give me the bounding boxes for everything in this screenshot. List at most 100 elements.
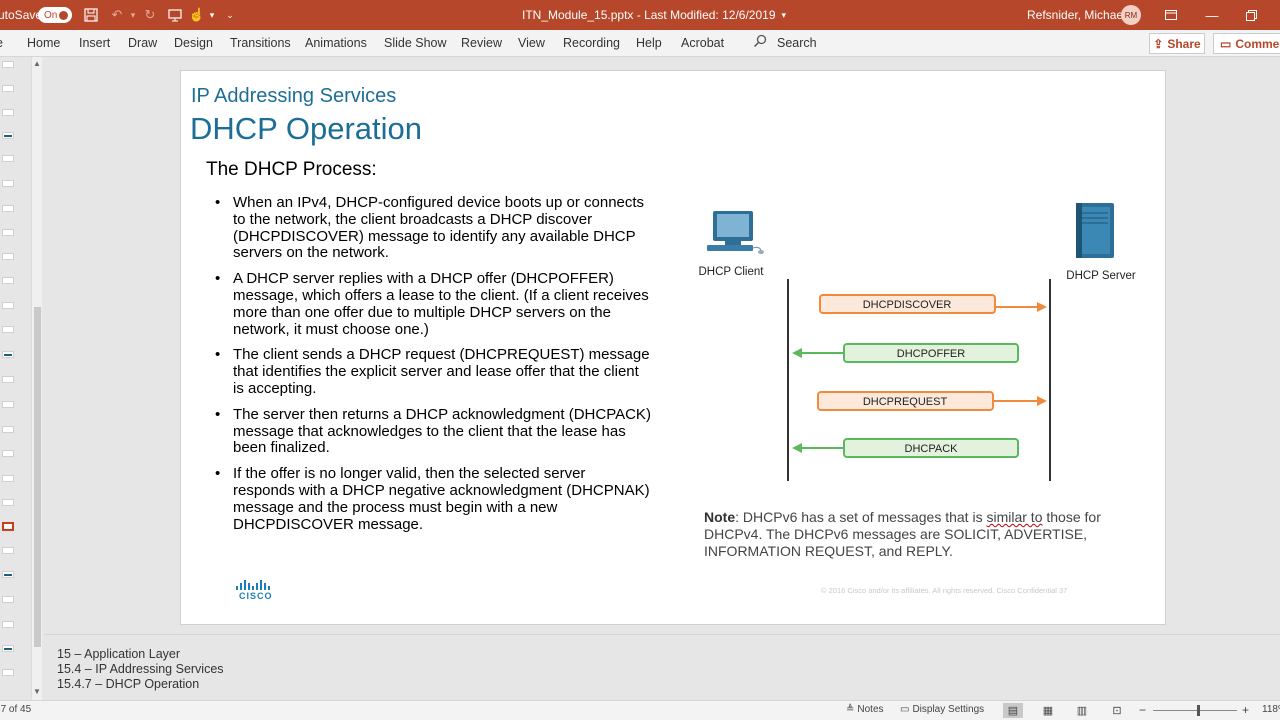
avatar[interactable]: RM <box>1121 5 1141 25</box>
tab-slide-show[interactable]: Slide Show <box>384 36 447 50</box>
tab-review[interactable]: Review <box>461 36 502 50</box>
slide-thumbnail[interactable] <box>2 205 14 212</box>
slide-thumbnail[interactable] <box>2 253 14 260</box>
scrollbar-thumb[interactable] <box>34 307 41 647</box>
toggle-knob <box>59 11 68 20</box>
thumbnail-list <box>0 57 30 700</box>
speaker-notes-pane[interactable]: 15 – Application Layer 15.4 – IP Address… <box>44 634 1280 700</box>
slide-thumbnail[interactable] <box>2 450 14 457</box>
slide-thumbnail-active[interactable] <box>2 522 14 531</box>
slide-thumbnail[interactable] <box>2 426 14 433</box>
autosave-label: AutoSave <box>0 8 43 22</box>
message-offer: DHCPOFFER <box>792 343 1019 363</box>
slide-thumbnail[interactable] <box>2 401 14 408</box>
restore-icon[interactable] <box>1228 0 1274 30</box>
redo-icon[interactable]: ↻ <box>141 0 159 30</box>
display-settings-button[interactable]: ▭ Display Settings <box>900 704 984 715</box>
slide-thumbnail[interactable] <box>2 132 14 139</box>
slide-thumbnail[interactable] <box>2 571 14 578</box>
zoom-level[interactable]: 118% <box>1262 704 1280 715</box>
slide-thumbnail[interactable] <box>2 499 14 506</box>
chevron-down-icon: ▾ <box>781 9 787 20</box>
bullet-item: The server then returns a DHCP acknowled… <box>215 406 651 457</box>
server-label: DHCP Server <box>1066 270 1136 282</box>
tab-acrobat[interactable]: Acrobat <box>681 36 724 50</box>
svg-text:DHCPACK: DHCPACK <box>905 443 959 455</box>
zoom-slider[interactable] <box>1153 710 1237 711</box>
reading-view-icon[interactable]: ▥ <box>1072 703 1092 718</box>
server-icon <box>1076 203 1114 258</box>
save-icon[interactable] <box>82 0 100 30</box>
display-settings-label: Display Settings <box>912 704 985 715</box>
cisco-wordmark: CISCO <box>239 591 273 601</box>
slide-thumbnail[interactable] <box>2 229 14 236</box>
slide-thumbnail[interactable] <box>2 109 14 116</box>
svg-text:DHCPOFFER: DHCPOFFER <box>897 348 966 360</box>
slideshow-view-icon[interactable]: ⊡ <box>1107 703 1127 718</box>
dhcpv6-note: Note: DHCPv6 has a set of messages that … <box>704 509 1124 560</box>
document-title[interactable]: ITN_Module_15.pptx - Last Modified: 12/6… <box>522 0 786 30</box>
thumbnail-scrollbar[interactable]: ▲ ▼ <box>31 57 42 700</box>
note-text-underlined: similar to <box>986 509 1043 525</box>
search-box[interactable]: Search <box>777 36 817 50</box>
notes-toggle-button[interactable]: ≜ Notes <box>846 704 884 715</box>
present-icon[interactable] <box>166 0 184 30</box>
slide-thumbnail[interactable] <box>2 155 14 162</box>
user-name[interactable]: Refsnider, Michael <box>1027 0 1126 30</box>
comments-label: Comments <box>1235 36 1280 51</box>
message-ack: DHCPACK <box>792 438 1019 458</box>
share-label: Share <box>1167 36 1201 51</box>
share-button[interactable]: ⇪ Share <box>1149 33 1205 54</box>
slide-footer: © 2016 Cisco and/or its affiliates. All … <box>821 586 1068 595</box>
display-icon: ▭ <box>900 704 910 715</box>
customize-qat-icon[interactable]: ⌄ <box>221 0 239 30</box>
message-discover: DHCPDISCOVER <box>819 294 1047 314</box>
title-bar: AutoSave On ↶ ▾ ↻ ☝ ▾ ⌄ ITN_Module_15.pp… <box>0 0 1280 30</box>
slide-thumbnail[interactable] <box>2 475 14 482</box>
tab-insert[interactable]: Insert <box>79 36 110 50</box>
tab-recording[interactable]: Recording <box>563 36 620 50</box>
slide-canvas[interactable]: IP Addressing Services DHCP Operation Th… <box>180 70 1166 625</box>
bullet-list: When an IPv4, DHCP-configured device boo… <box>215 194 651 542</box>
slide-thumbnail[interactable] <box>2 621 14 628</box>
undo-dropdown-icon[interactable]: ▾ <box>124 0 142 30</box>
zoom-in-icon[interactable]: + <box>1242 703 1249 717</box>
tab-transitions[interactable]: Transitions <box>230 36 291 50</box>
scroll-up-icon[interactable]: ▲ <box>33 59 41 68</box>
slide-thumbnail[interactable] <box>2 326 14 333</box>
zoom-slider-thumb[interactable] <box>1197 705 1200 716</box>
slide-thumbnail-pane: ▲ ▼ <box>0 57 44 700</box>
ribbon-display-options-icon[interactable] <box>1148 0 1194 30</box>
scroll-down-icon[interactable]: ▼ <box>33 687 41 696</box>
note-label: Note <box>704 509 736 525</box>
tab-design[interactable]: Design <box>174 36 213 50</box>
tab-animations[interactable]: Animations <box>305 36 367 50</box>
comment-icon: ▭ <box>1220 36 1232 51</box>
slide-thumbnail[interactable] <box>2 376 14 383</box>
slide-thumbnail[interactable] <box>2 547 14 554</box>
computer-icon <box>707 211 764 254</box>
slide-thumbnail[interactable] <box>2 669 14 676</box>
slide-thumbnail[interactable] <box>2 351 14 358</box>
autosave-state: On <box>44 9 58 21</box>
status-bar: Slide 37 of 45 ≜ Notes ▭ Display Setting… <box>0 700 1280 720</box>
autosave-toggle[interactable]: On <box>38 7 72 23</box>
zoom-out-icon[interactable]: − <box>1139 703 1146 717</box>
search-icon[interactable] <box>753 34 767 51</box>
slide-thumbnail[interactable] <box>2 180 14 187</box>
tab-help[interactable]: Help <box>636 36 662 50</box>
slide-thumbnail[interactable] <box>2 277 14 284</box>
normal-view-icon[interactable]: ▤ <box>1003 703 1023 718</box>
slide-thumbnail[interactable] <box>2 645 14 652</box>
tab-home[interactable]: Home <box>27 36 60 50</box>
comments-button[interactable]: ▭ Comments <box>1213 33 1280 54</box>
slide-thumbnail[interactable] <box>2 85 14 92</box>
tab-file[interactable]: e <box>0 36 3 50</box>
slide-sorter-icon[interactable]: ▦ <box>1038 703 1058 718</box>
slide-thumbnail[interactable] <box>2 61 14 68</box>
slide-thumbnail[interactable] <box>2 596 14 603</box>
tab-draw[interactable]: Draw <box>128 36 157 50</box>
tab-view[interactable]: View <box>518 36 545 50</box>
touch-dropdown-icon[interactable]: ▾ <box>203 0 221 30</box>
slide-thumbnail[interactable] <box>2 302 14 309</box>
